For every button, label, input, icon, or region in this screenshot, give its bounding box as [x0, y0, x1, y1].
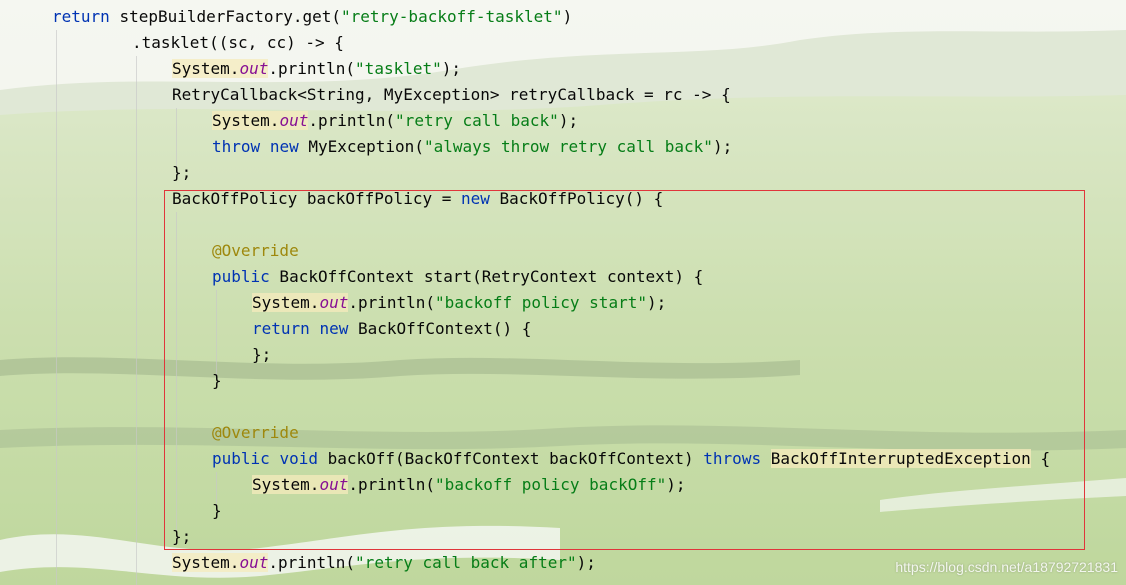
token-close: ); — [558, 111, 579, 130]
token-tasklet-call: .tasklet((sc, cc) -> { — [132, 33, 344, 52]
token-out-field: out — [239, 59, 269, 78]
token-out-field: out — [279, 111, 309, 130]
token-close-brace: }; — [172, 163, 192, 182]
code-line-2: .tasklet((sc, cc) -> { — [132, 30, 344, 56]
code-line-20: System.out.println("retry call back afte… — [172, 550, 596, 576]
highlight-box — [164, 190, 1085, 550]
token-string: "retry call back after" — [355, 553, 577, 572]
token-println: .println( — [268, 553, 356, 572]
token-system: System. — [212, 111, 280, 130]
token-throw: throw — [212, 137, 261, 156]
token-string: "tasklet" — [355, 59, 442, 78]
token-println: .println( — [268, 59, 356, 78]
token-println: .println( — [308, 111, 396, 130]
code-line-5: System.out.println("retry call back"); — [212, 108, 578, 134]
token-close: ); — [441, 59, 462, 78]
token-stepbuilderfactory: stepBuilderFactory — [119, 7, 293, 26]
token-close: ); — [576, 553, 596, 572]
token-close: ) — [562, 7, 573, 26]
token-string: "retry-backoff-tasklet" — [341, 7, 563, 26]
code-line-1: return stepBuilderFactory.get("retry-bac… — [52, 4, 572, 30]
token-string: "retry call back" — [395, 111, 559, 130]
token-retrycallback-decl: RetryCallback<String, MyException> retry… — [172, 85, 731, 104]
code-line-7: }; — [172, 160, 191, 186]
token-system: System. — [172, 553, 240, 572]
token-new: new — [269, 137, 299, 156]
code-line-3: System.out.println("tasklet"); — [172, 56, 461, 82]
token-close: ); — [712, 137, 733, 156]
token-get-call: .get( — [292, 7, 341, 26]
token-return: return — [52, 7, 110, 26]
code-line-4: RetryCallback<String, MyException> retry… — [172, 82, 731, 108]
token-out-field: out — [239, 553, 269, 572]
watermark-text: https://blog.csdn.net/a18792721831 — [895, 559, 1118, 575]
token-string: "always throw retry call back" — [423, 137, 713, 156]
code-line-6: throw new MyException("always throw retr… — [212, 134, 732, 160]
token-myexception: MyException( — [298, 137, 424, 156]
token-system: System. — [172, 59, 240, 78]
